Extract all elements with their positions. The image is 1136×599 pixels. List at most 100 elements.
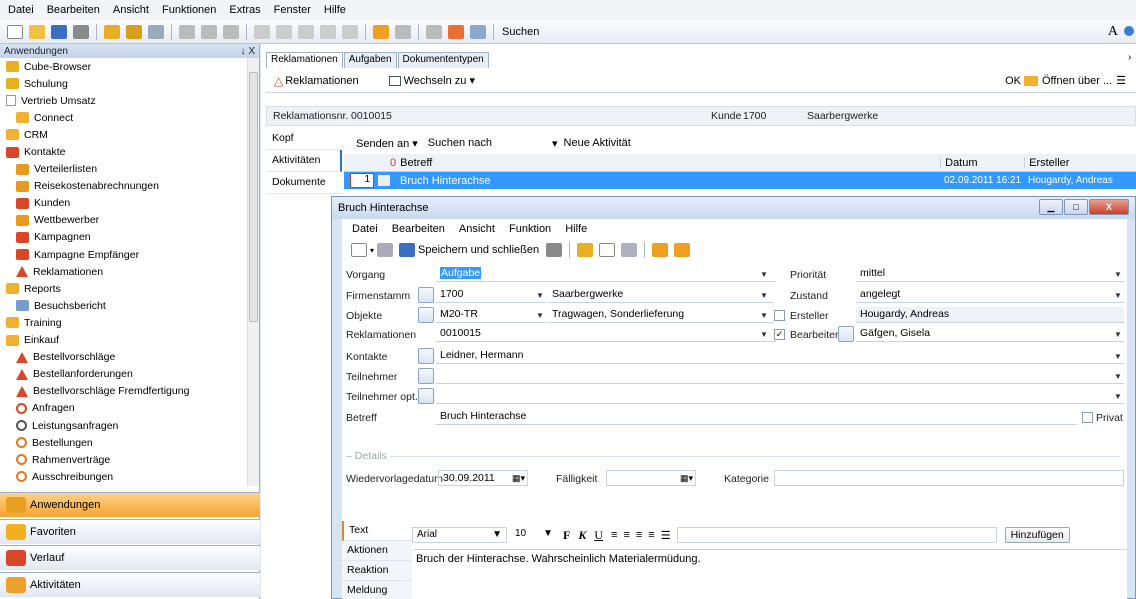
- nav-button-0[interactable]: Anwendungen: [0, 492, 260, 517]
- dialog-menu-item[interactable]: Bearbeiten: [392, 223, 445, 235]
- font-select[interactable]: Arial ▼: [412, 527, 507, 543]
- menu-fenster[interactable]: Fenster: [274, 4, 311, 16]
- chevron-down-icon[interactable]: ▼: [760, 270, 770, 280]
- align-center-icon[interactable]: ≡: [623, 529, 629, 541]
- sidebar-item[interactable]: Bestellungen: [0, 434, 248, 451]
- sidebar-item[interactable]: Cube-Browser: [0, 58, 248, 75]
- chevron-down-icon[interactable]: ▼: [1114, 291, 1124, 301]
- tab-1[interactable]: Aufgaben: [343, 52, 397, 68]
- sidebar-item[interactable]: Kampagne Empfänger: [0, 246, 248, 263]
- document-icon[interactable]: [599, 243, 616, 257]
- grid-header-datum[interactable]: Datum: [940, 156, 1024, 169]
- save-close-button[interactable]: Speichern und schließen: [418, 244, 539, 256]
- search-icon[interactable]: [838, 326, 854, 342]
- calendar-icon[interactable]: ▦▾: [512, 473, 525, 484]
- menu-icon[interactable]: ☰: [1116, 74, 1126, 87]
- objekt-name-field[interactable]: Tragwagen, Sonderlieferung: [548, 307, 774, 323]
- chevron-down-icon[interactable]: ▼: [1114, 330, 1124, 340]
- bearbeiter-field[interactable]: Gäfgen, Gisela: [856, 326, 1124, 342]
- firma-nr-field[interactable]: 1700: [436, 287, 546, 303]
- tab-0[interactable]: Reklamationen: [266, 52, 343, 68]
- arrow-down-icon[interactable]: [395, 24, 411, 39]
- chevron-down-icon[interactable]: ▼: [536, 291, 546, 301]
- nav-button-3[interactable]: Aktivitäten: [0, 571, 260, 597]
- kategorie-field[interactable]: [774, 470, 1124, 486]
- sidebar-item[interactable]: Wettbewerber: [0, 212, 248, 229]
- kontakt-field[interactable]: Leidner, Hermann: [436, 348, 1124, 364]
- prioritaet-select[interactable]: mittel: [856, 266, 1124, 282]
- sidebar-scrollbar[interactable]: [247, 58, 259, 486]
- nav-button-1[interactable]: Favoriten: [0, 518, 260, 544]
- chevron-down-icon[interactable]: ▾: [552, 137, 558, 150]
- bold-button[interactable]: F: [563, 528, 570, 543]
- sidebar-item[interactable]: Bestellvorschläge Fremdfertigung: [0, 383, 248, 400]
- refresh-icon[interactable]: [104, 24, 120, 39]
- bearbeiter-checkbox[interactable]: ✓: [774, 329, 785, 340]
- sidebar-item[interactable]: Rahmenverträge: [0, 451, 248, 468]
- vorgang-select[interactable]: Aufgabe: [436, 266, 776, 282]
- align-left-icon[interactable]: ≡: [611, 529, 617, 541]
- minimize-button[interactable]: ▁: [1039, 199, 1063, 215]
- menu-bearbeiten[interactable]: Bearbeiten: [47, 4, 100, 16]
- dialog-menu-item[interactable]: Funktion: [509, 223, 551, 235]
- chevron-down-icon[interactable]: ▼: [1114, 352, 1124, 362]
- sidebar-item[interactable]: Bestellvorschläge: [0, 349, 248, 366]
- save-icon[interactable]: [377, 243, 394, 257]
- reklamationsnr-value[interactable]: 0010015: [351, 110, 392, 122]
- sidebar-item[interactable]: Leistungsanfragen: [0, 417, 248, 434]
- kunde-nr[interactable]: 1700: [743, 110, 766, 122]
- sidebar-item[interactable]: CRM: [0, 126, 248, 143]
- scrollbar-thumb[interactable]: [249, 72, 258, 322]
- sidebar-item[interactable]: Reports: [0, 280, 248, 297]
- search-icon[interactable]: [418, 307, 434, 323]
- dialog-menu-item[interactable]: Datei: [352, 223, 378, 235]
- maximize-button[interactable]: □: [1064, 199, 1088, 215]
- search-icon[interactable]: [418, 388, 434, 404]
- sidebar-item[interactable]: Training: [0, 314, 248, 331]
- firma-name-field[interactable]: Saarbergwerke: [548, 287, 774, 303]
- sidebar-item[interactable]: Connect: [0, 109, 248, 126]
- delete-icon[interactable]: [426, 24, 442, 39]
- arrow-down-icon[interactable]: [674, 243, 691, 257]
- back-icon[interactable]: [298, 24, 314, 39]
- teilnehmer-field[interactable]: [436, 368, 1124, 384]
- bullet-list-icon[interactable]: ☰: [661, 529, 671, 542]
- sidebar-item[interactable]: Kontakte: [0, 143, 248, 160]
- calendar-icon[interactable]: ▦▾: [680, 473, 693, 484]
- pin-close-icon[interactable]: ↓ X: [241, 46, 255, 57]
- chevron-down-icon[interactable]: ▼: [536, 311, 546, 321]
- switch-to-button[interactable]: Wechseln zu ▾: [404, 74, 475, 87]
- dialog-menu-item[interactable]: Hilfe: [565, 223, 587, 235]
- justify-icon[interactable]: ≡: [648, 529, 654, 541]
- paste-icon[interactable]: [223, 24, 239, 39]
- sidebar-item[interactable]: Vertrieb Umsatz: [0, 92, 248, 109]
- teilnehmer-opt-field[interactable]: [436, 388, 1124, 404]
- kunde-name[interactable]: Saarbergwerke: [807, 110, 878, 122]
- section-1[interactable]: Aktivitäten: [266, 150, 342, 172]
- sync-icon[interactable]: [126, 24, 142, 39]
- home-icon[interactable]: [448, 24, 464, 39]
- print-icon[interactable]: [73, 24, 89, 39]
- text-editor[interactable]: Bruch der Hinterachse. Wahrscheinlich Ma…: [414, 549, 1127, 599]
- sidebar-item[interactable]: Reklamationen: [0, 263, 248, 280]
- italic-button[interactable]: K: [578, 528, 586, 543]
- cut-icon[interactable]: [179, 24, 195, 39]
- underline-button[interactable]: U: [594, 528, 603, 543]
- subtab-3[interactable]: Meldung: [342, 581, 412, 599]
- forward-icon[interactable]: [320, 24, 336, 39]
- chevron-down-icon[interactable]: ▾: [370, 246, 374, 255]
- link-icon[interactable]: [621, 243, 638, 257]
- sidebar-item[interactable]: Reisekostenabrechnungen: [0, 178, 248, 195]
- sidebar-item[interactable]: Einkauf: [0, 332, 248, 349]
- menu-funktionen[interactable]: Funktionen: [162, 4, 216, 16]
- open-icon[interactable]: [29, 24, 45, 39]
- objekt-nr-field[interactable]: M20-TR: [436, 307, 546, 323]
- ok-button[interactable]: OK: [1005, 75, 1021, 87]
- subtab-1[interactable]: Aktionen: [342, 541, 412, 561]
- sidebar-item[interactable]: Bestellanforderungen: [0, 366, 248, 383]
- sidebar-item[interactable]: Verteilerlisten: [0, 161, 248, 178]
- save-icon[interactable]: [51, 24, 67, 39]
- chevron-down-icon[interactable]: ▼: [1114, 392, 1124, 402]
- size-select[interactable]: 10 ▼: [511, 527, 557, 543]
- chevron-down-icon[interactable]: ▼: [760, 311, 770, 321]
